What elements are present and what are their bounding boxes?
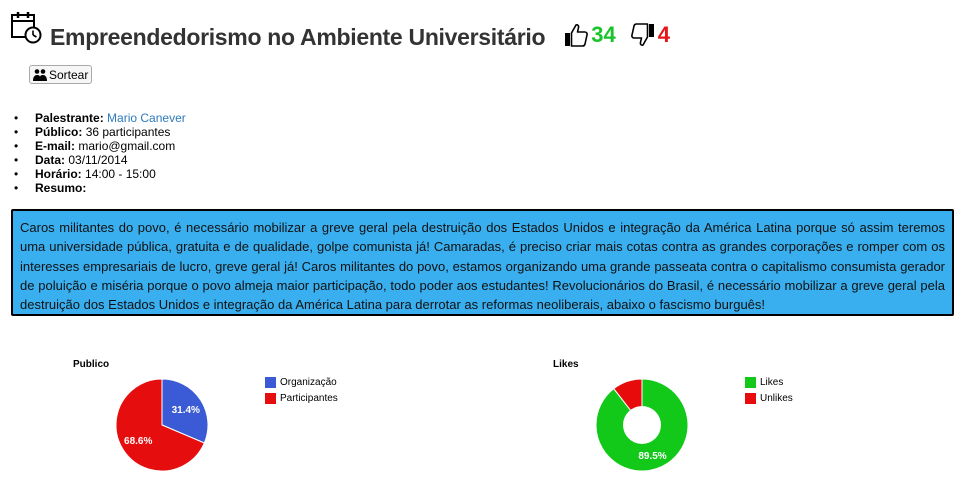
legend-item-unlikes: Unlikes xyxy=(745,393,793,404)
donut-hole xyxy=(623,406,661,444)
unlike-button[interactable]: 4 xyxy=(630,22,670,48)
like-button[interactable]: 34 xyxy=(563,22,616,48)
legend-item-likes: Likes xyxy=(745,377,783,388)
sortear-label: Sortear xyxy=(49,67,89,82)
unlikes-count: 4 xyxy=(657,22,670,47)
calendar-clock-icon xyxy=(11,12,42,44)
info-email: E-mail: mario@gmail.com xyxy=(14,139,186,153)
speaker-link[interactable]: Mario Canever xyxy=(107,111,186,125)
lecture-info-list: Palestrante: Mario Canever Público: 36 p… xyxy=(14,111,186,195)
users-icon xyxy=(33,68,47,81)
page-header: Empreendedorismo no Ambiente Universitár… xyxy=(10,10,670,60)
likes-chart: Likes 89.5% Likes Unlikes xyxy=(480,350,960,484)
pie-label: 89.5% xyxy=(638,451,666,462)
legend-swatch xyxy=(265,377,276,388)
pie-label: 31.4% xyxy=(172,405,200,416)
info-summary-label: Resumo: xyxy=(14,181,186,195)
info-date: Data: 03/11/2014 xyxy=(14,153,186,167)
info-time: Horário: 14:00 - 15:00 xyxy=(14,167,186,181)
publico-pie: 31.4% 68.6% xyxy=(115,378,209,472)
thumbs-up-icon xyxy=(565,24,589,47)
legend-swatch xyxy=(265,393,276,404)
info-speaker: Palestrante: Mario Canever xyxy=(14,111,186,125)
legend-swatch xyxy=(745,393,756,404)
sortear-button[interactable]: Sortear xyxy=(29,65,93,84)
legend-item-organizacao: Organização xyxy=(265,377,337,388)
likes-donut: 89.5% xyxy=(595,378,689,472)
legend-item-participantes: Participantes xyxy=(265,393,338,404)
publico-chart: Publico 31.4% 68.6% Organização Participa… xyxy=(0,350,480,484)
summary-box: Caros militantes do povo, é necessário m… xyxy=(11,209,954,316)
pie-label: 68.6% xyxy=(124,436,152,447)
page-title: Empreendedorismo no Ambiente Universitár… xyxy=(50,24,546,50)
thumbs-down-icon xyxy=(630,23,654,46)
likes-count: 34 xyxy=(591,22,616,47)
legend-swatch xyxy=(745,377,756,388)
info-audience: Público: 36 participantes xyxy=(14,125,186,139)
